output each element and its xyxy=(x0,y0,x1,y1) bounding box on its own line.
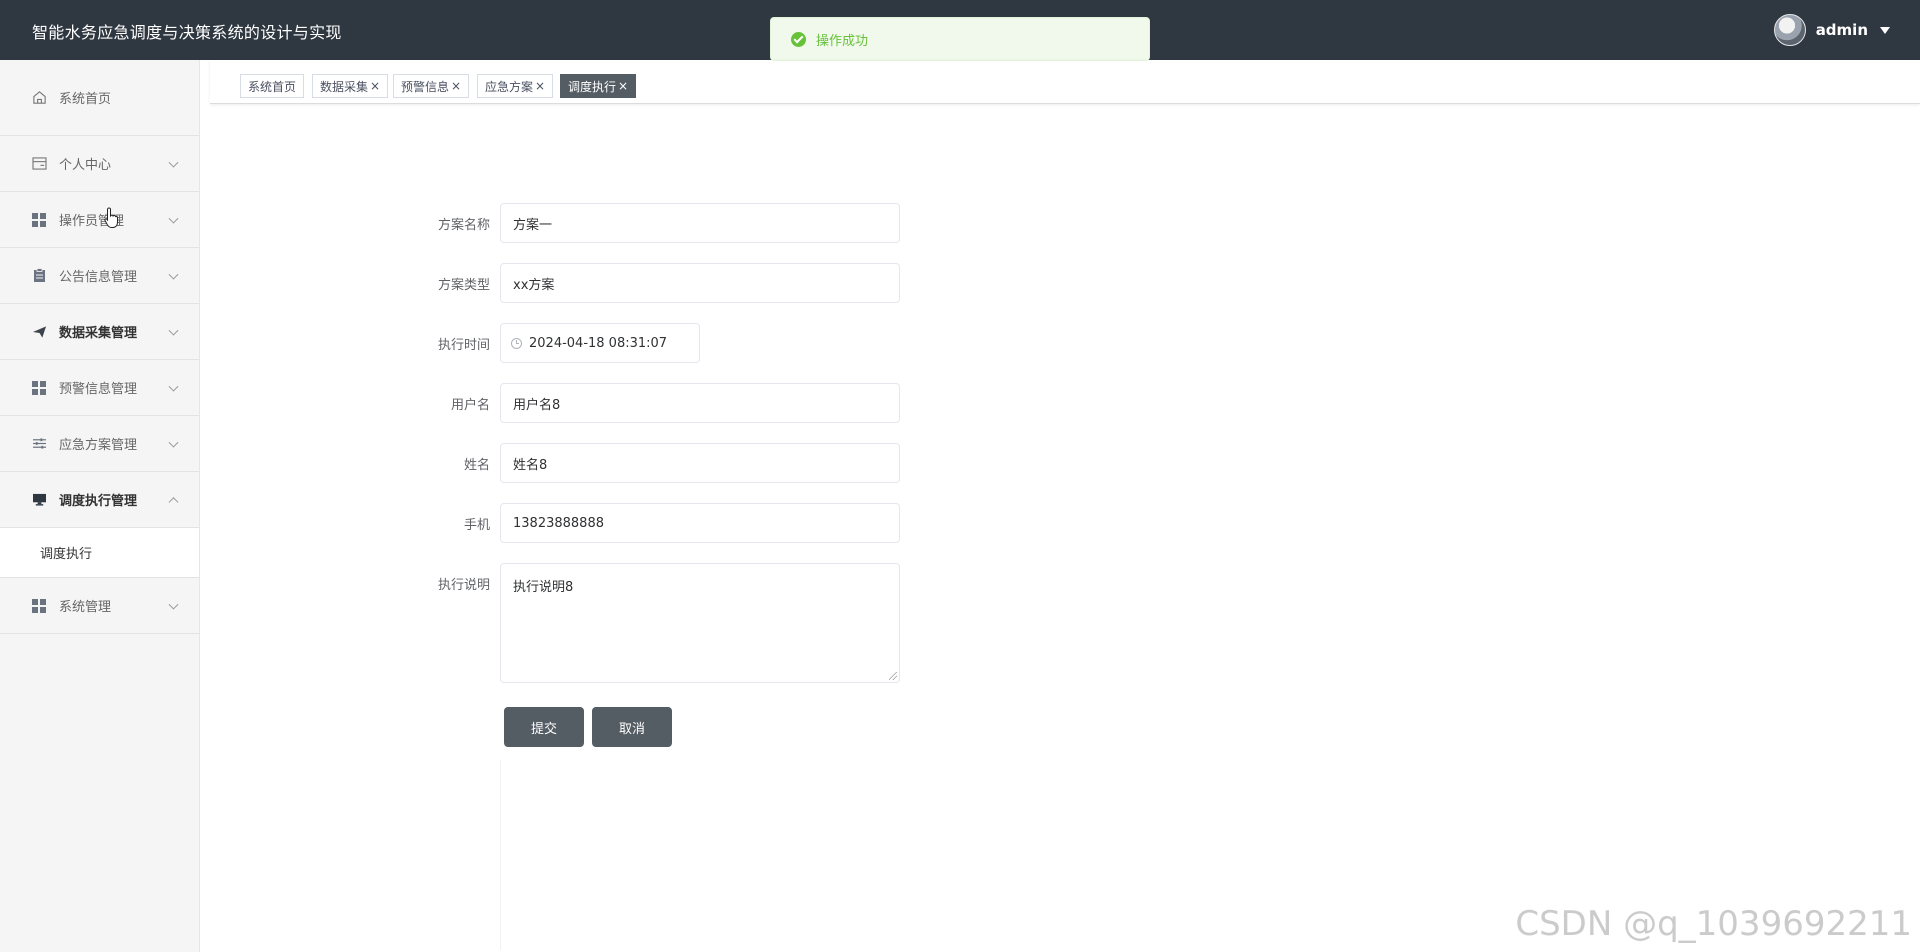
plan-type-input[interactable]: xx方案 xyxy=(500,263,900,303)
grid-icon xyxy=(31,598,47,614)
tabs-bar: 系统首页 数据采集 × 预警信息 × 应急方案 × 调度执行 × xyxy=(210,60,1920,104)
name-input[interactable]: 姓名8 xyxy=(500,443,900,483)
sidebar-item-data-collection[interactable]: 数据采集管理 xyxy=(0,304,199,360)
chevron-down-icon xyxy=(168,599,179,610)
chevron-down-icon xyxy=(168,213,179,224)
description-label: 执行说明 xyxy=(437,578,490,593)
sidebar-item-operators[interactable]: 操作员管理 xyxy=(0,192,199,248)
exec-time-label: 执行时间 xyxy=(437,338,490,353)
name-value: 姓名8 xyxy=(513,457,548,473)
card-icon xyxy=(31,156,47,172)
caret-down-icon[interactable] xyxy=(1880,26,1890,34)
tab-label: 系统首页 xyxy=(248,79,297,94)
check-circle-icon xyxy=(791,31,806,47)
phone-label: 手机 xyxy=(463,518,490,533)
success-toast: 操作成功 xyxy=(770,17,1150,61)
sidebar-item-label: 预警信息管理 xyxy=(59,382,138,397)
plan-name-value: 方案一 xyxy=(513,217,553,233)
plan-name-input[interactable]: 方案一 xyxy=(500,203,900,243)
submit-button[interactable]: 提交 xyxy=(504,707,584,747)
sliders-icon xyxy=(31,436,47,452)
phone-value: 13823888888 xyxy=(513,515,604,531)
tab-home[interactable]: 系统首页 xyxy=(240,74,305,98)
avatar[interactable] xyxy=(1773,14,1806,46)
sidebar-item-label: 公告信息管理 xyxy=(59,270,138,285)
plan-type-label: 方案类型 xyxy=(437,278,490,293)
chevron-down-icon xyxy=(168,157,179,168)
hand-cursor-icon xyxy=(104,207,118,228)
home-icon xyxy=(31,90,47,106)
submenu-label: 调度执行 xyxy=(40,547,93,562)
sidebar-subitem-dispatch-exec[interactable]: 调度执行 xyxy=(0,528,199,578)
close-icon[interactable]: × xyxy=(535,79,545,93)
username[interactable]: admin xyxy=(1816,21,1868,39)
tab-label: 调度执行 xyxy=(568,79,617,94)
grid-icon xyxy=(31,380,47,396)
resize-handle-icon[interactable] xyxy=(889,672,897,680)
user-menu[interactable]: admin xyxy=(1773,14,1890,46)
tab-dispatch-exec[interactable]: 调度执行 × xyxy=(560,74,637,98)
description-textarea[interactable]: 执行说明8 xyxy=(500,563,900,683)
sidebar-item-system[interactable]: 系统管理 xyxy=(0,578,199,634)
close-icon[interactable]: × xyxy=(370,79,380,93)
sidebar-item-label: 系统管理 xyxy=(59,600,112,615)
chevron-up-icon xyxy=(168,496,179,507)
phone-input[interactable]: 13823888888 xyxy=(500,503,900,543)
chevron-down-icon xyxy=(168,325,179,336)
exec-time-picker[interactable]: 2024-04-18 08:31:07 xyxy=(500,323,700,363)
username-label: 用户名 xyxy=(450,398,490,413)
tab-label: 数据采集 xyxy=(320,79,369,94)
toast-message: 操作成功 xyxy=(816,33,869,49)
chevron-down-icon xyxy=(168,269,179,280)
username-value: 用户名8 xyxy=(513,397,561,413)
sidebar-item-label: 个人中心 xyxy=(59,158,112,173)
clock-icon xyxy=(511,337,522,349)
name-label: 姓名 xyxy=(463,458,490,473)
chevron-down-icon xyxy=(168,381,179,392)
watermark: CSDN @q_1039692211 xyxy=(1515,904,1912,944)
sidebar-item-label: 调度执行管理 xyxy=(59,494,138,509)
sidebar-item-label: 数据采集管理 xyxy=(59,326,138,341)
plan-name-label: 方案名称 xyxy=(437,218,490,233)
username-input[interactable]: 用户名8 xyxy=(500,383,900,423)
divider xyxy=(500,760,501,950)
app-title: 智能水务应急调度与决策系统的设计与实现 xyxy=(32,23,342,42)
sidebar-item-home[interactable]: 系统首页 xyxy=(0,60,199,136)
close-icon[interactable]: × xyxy=(618,79,628,93)
grid-icon xyxy=(31,212,47,228)
chevron-down-icon xyxy=(168,437,179,448)
plan-type-value: xx方案 xyxy=(513,277,555,293)
cancel-button[interactable]: 取消 xyxy=(592,707,672,747)
sidebar: 系统首页 个人中心 操作员管理 公告信息管理 数据采集管理 预警信息管理 应急方… xyxy=(0,60,200,952)
sidebar-item-alerts[interactable]: 预警信息管理 xyxy=(0,360,199,416)
sidebar-item-label: 应急方案管理 xyxy=(59,438,138,453)
sidebar-item-label: 系统首页 xyxy=(59,92,112,107)
tab-label: 预警信息 xyxy=(401,79,450,94)
description-value: 执行说明8 xyxy=(513,580,574,595)
sidebar-item-emergency-plans[interactable]: 应急方案管理 xyxy=(0,416,199,472)
sidebar-item-dispatch[interactable]: 调度执行管理 xyxy=(0,472,199,528)
clipboard-icon xyxy=(31,268,47,284)
tab-alerts[interactable]: 预警信息 × xyxy=(393,74,470,98)
tab-emergency-plans[interactable]: 应急方案 × xyxy=(477,74,554,98)
paper-plane-icon xyxy=(31,324,47,340)
sidebar-item-notices[interactable]: 公告信息管理 xyxy=(0,248,199,304)
monitor-icon xyxy=(31,492,47,508)
sidebar-item-profile[interactable]: 个人中心 xyxy=(0,136,199,192)
tab-data-collection[interactable]: 数据采集 × xyxy=(312,74,389,98)
close-icon[interactable]: × xyxy=(451,79,461,93)
tab-label: 应急方案 xyxy=(485,79,534,94)
exec-time-value: 2024-04-18 08:31:07 xyxy=(529,335,668,351)
